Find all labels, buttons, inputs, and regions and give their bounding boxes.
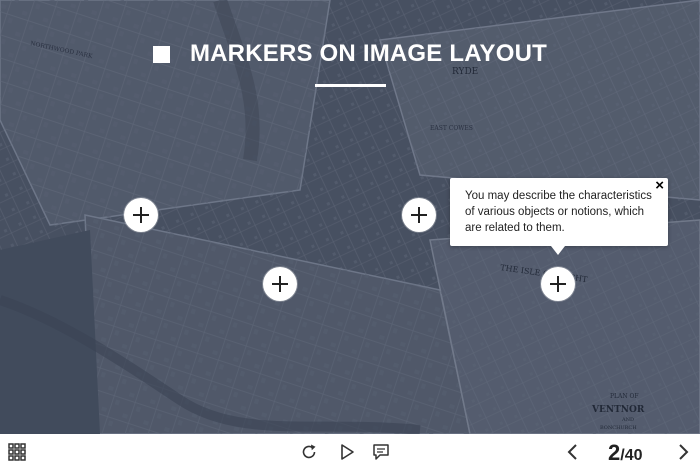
marker-plus-3[interactable] <box>402 198 436 232</box>
replay-icon[interactable] <box>298 442 320 462</box>
comment-icon[interactable] <box>370 442 392 462</box>
marker-plus-1[interactable] <box>124 198 158 232</box>
total-slides: /40 <box>620 447 643 464</box>
prev-icon[interactable] <box>562 442 584 462</box>
title-underline <box>315 84 386 87</box>
tooltip-arrow <box>551 246 565 255</box>
play-icon[interactable] <box>336 442 358 462</box>
slide-stage: RYDE NORTHWOOD PARK EAST COWES THE ISLE … <box>0 0 700 434</box>
marker-tooltip: You may describe the characteristics of … <box>450 177 668 255</box>
next-icon[interactable] <box>672 442 694 462</box>
tooltip-text: You may describe the characteristics of … <box>465 190 652 234</box>
slide-counter: 2 /40 <box>608 440 643 466</box>
title-square-icon <box>152 45 170 63</box>
slide-title-text: MARKERS ON IMAGE LAYOUT <box>189 40 548 67</box>
slide-title: MARKERS ON IMAGE LAYOUT <box>152 40 548 68</box>
grid-menu-icon[interactable] <box>6 442 28 462</box>
title-area: MARKERS ON IMAGE LAYOUT <box>0 40 700 68</box>
marker-plus-2[interactable] <box>263 267 297 301</box>
close-icon[interactable]: × <box>655 177 664 194</box>
current-slide-number: 2 <box>608 440 621 465</box>
player-control-bar <box>0 434 700 470</box>
marker-plus-4-active[interactable] <box>541 267 575 301</box>
